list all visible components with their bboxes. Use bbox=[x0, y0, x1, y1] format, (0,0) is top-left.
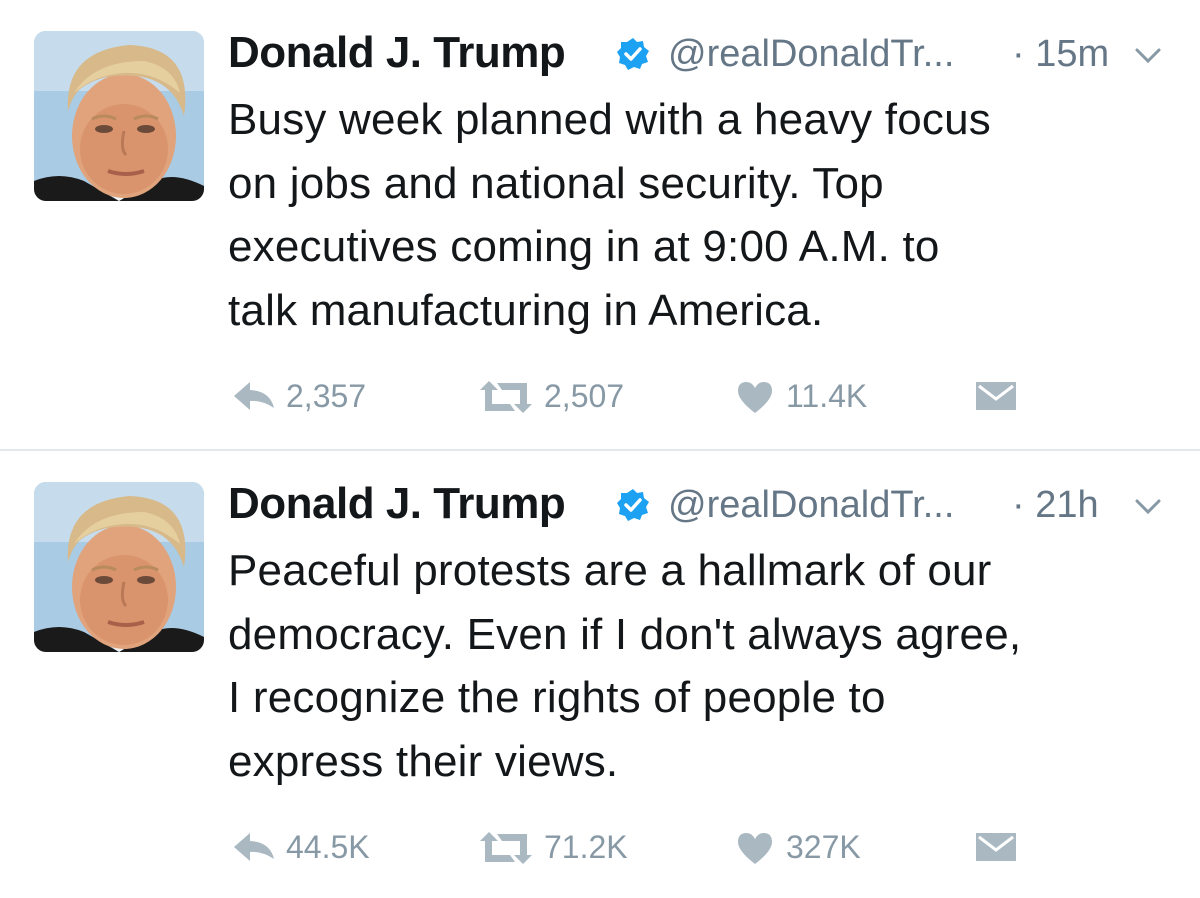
reply-icon bbox=[234, 382, 274, 410]
envelope-icon bbox=[976, 382, 1016, 410]
heart-icon bbox=[738, 833, 772, 864]
author-name[interactable]: Donald J. Trump bbox=[228, 28, 566, 78]
avatar[interactable] bbox=[34, 31, 204, 201]
envelope-icon bbox=[976, 833, 1016, 861]
retweet-icon bbox=[480, 832, 532, 864]
tweet-text: Busy week planned with a heavy focus on … bbox=[228, 95, 991, 335]
like-count: 327K bbox=[786, 829, 861, 865]
tweet-text: Peaceful protests are a hallmark of our … bbox=[228, 546, 1022, 786]
tweet-actions: 2,357 2,507 11.4K bbox=[228, 372, 1048, 422]
tweet[interactable]: Donald J. Trump @realDonaldTr... · 21h P… bbox=[0, 451, 1200, 898]
author-handle[interactable]: @realDonaldTr... bbox=[668, 484, 954, 527]
author-handle[interactable]: @realDonaldTr... bbox=[668, 33, 954, 76]
reply-count: 2,357 bbox=[286, 378, 367, 414]
tweet[interactable]: Donald J. Trump @realDonaldTr... · 15m B… bbox=[0, 0, 1200, 451]
tweet-actions: 44.5K 71.2K 327K bbox=[228, 823, 1048, 873]
tweet-feed: Donald J. Trump @realDonaldTr... · 15m B… bbox=[0, 0, 1200, 898]
retweet-count: 2,507 bbox=[544, 378, 625, 414]
tweet-header: Donald J. Trump @realDonaldTr... · 15m bbox=[228, 24, 1168, 84]
timestamp[interactable]: · 15m bbox=[1012, 33, 1109, 76]
reply-count: 44.5K bbox=[286, 829, 370, 865]
chevron-down-icon[interactable] bbox=[1134, 497, 1162, 517]
like-count: 11.4K bbox=[786, 378, 868, 414]
verified-badge-icon bbox=[616, 37, 650, 71]
verified-badge-icon bbox=[616, 488, 650, 522]
avatar[interactable] bbox=[34, 482, 204, 652]
tweet-header: Donald J. Trump @realDonaldTr... · 21h bbox=[228, 475, 1168, 535]
timestamp[interactable]: · 21h bbox=[1012, 484, 1099, 527]
heart-icon bbox=[738, 382, 772, 413]
chevron-down-icon[interactable] bbox=[1134, 46, 1162, 66]
retweet-icon bbox=[480, 381, 532, 413]
reply-icon bbox=[234, 833, 274, 861]
retweet-count: 71.2K bbox=[544, 829, 628, 865]
author-name[interactable]: Donald J. Trump bbox=[228, 479, 566, 529]
